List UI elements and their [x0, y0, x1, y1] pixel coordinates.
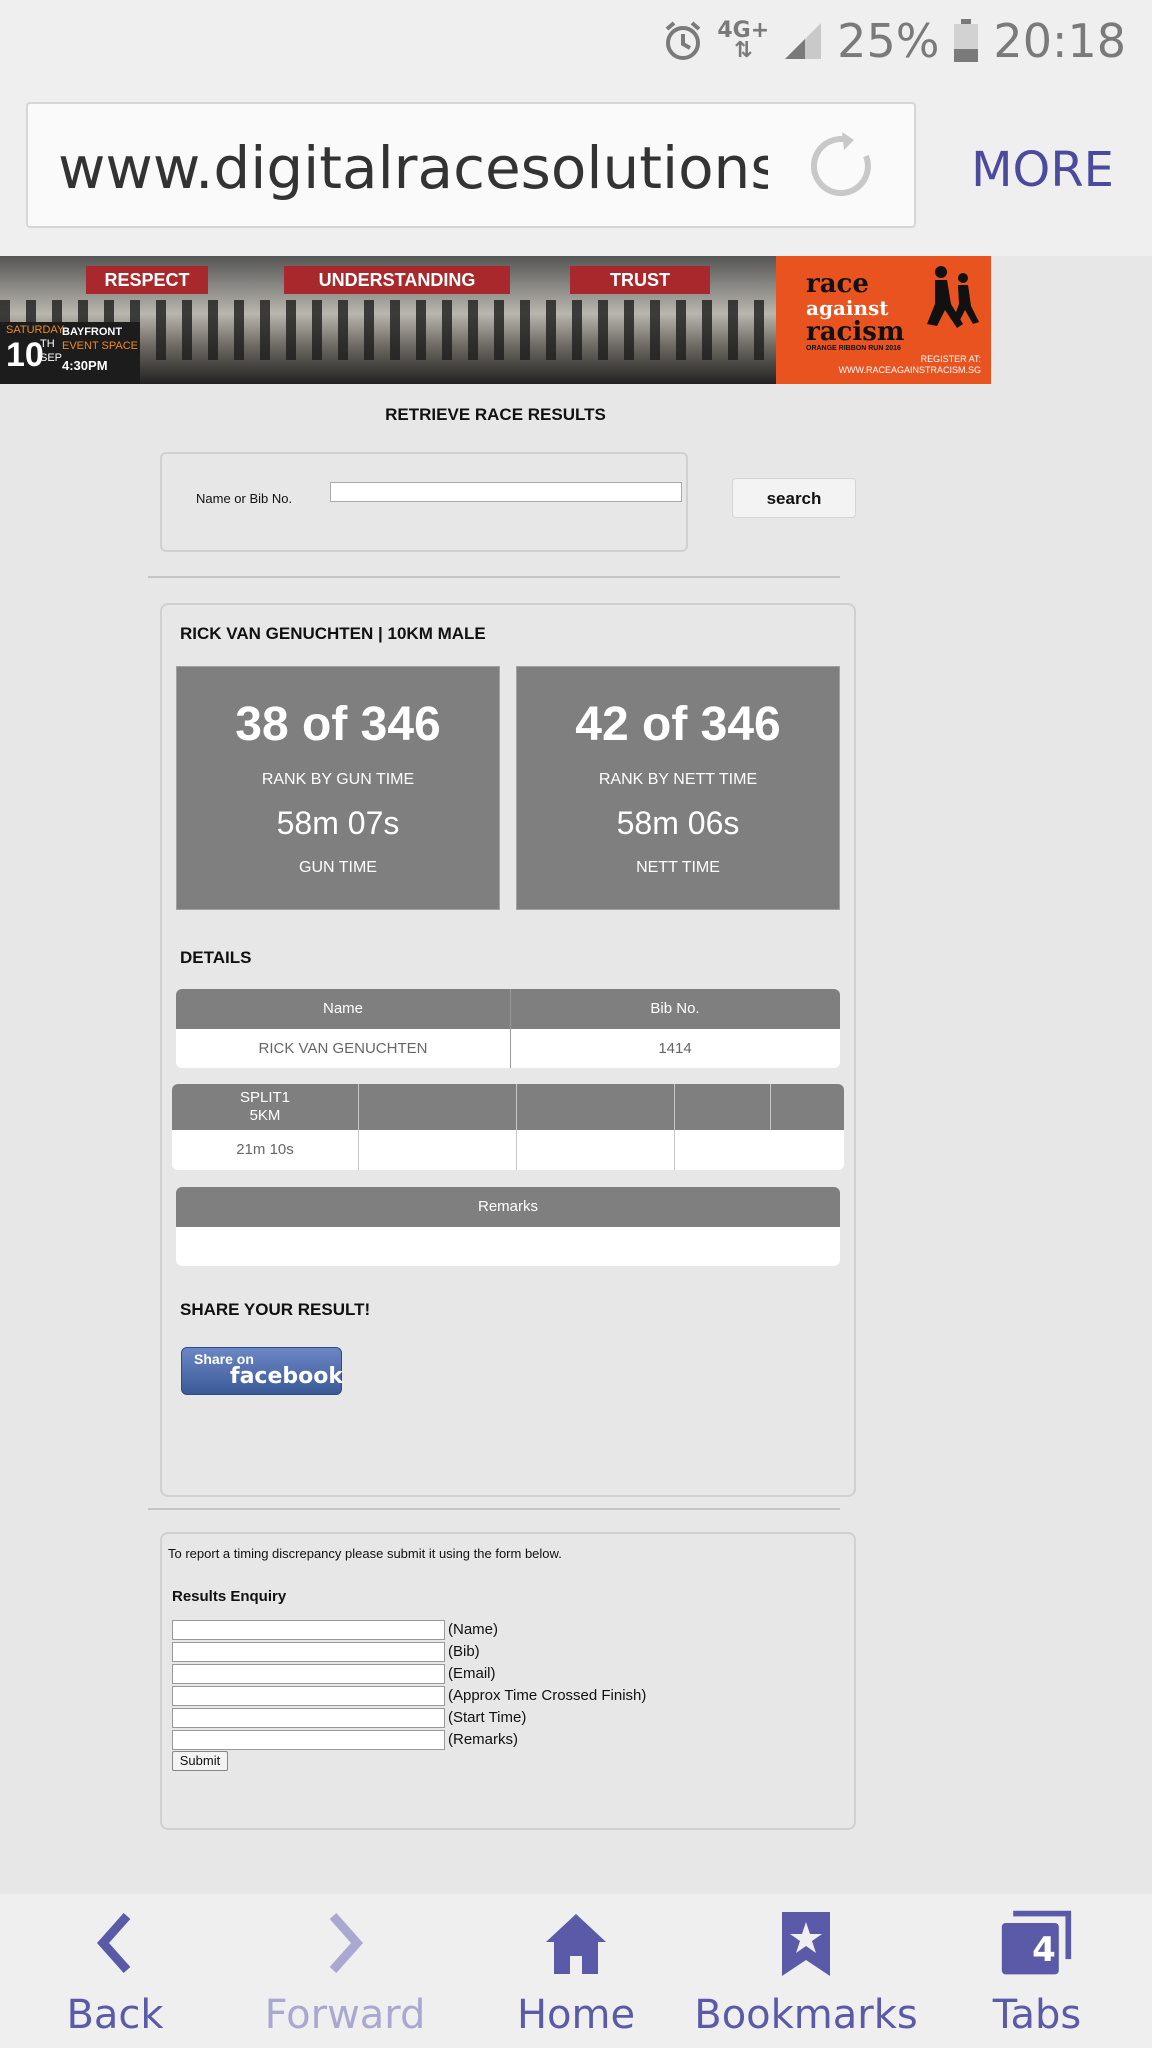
remarks-value: [176, 1227, 840, 1266]
facebook-share-logo: facebook: [230, 1364, 343, 1389]
nav-forward-label: Forward: [264, 1992, 426, 2038]
gun-rank: 38 of 346: [235, 698, 441, 751]
cell-bib: 1414: [658, 1040, 692, 1057]
banner-day: SATURDAY: [6, 324, 65, 336]
banner-time: 4:30PM: [62, 358, 108, 373]
nav-bookmarks-button[interactable]: Bookmarks: [691, 1894, 921, 2048]
runners-icon: [927, 266, 979, 328]
back-chevron-icon: [96, 1913, 131, 1973]
cell-name: RICK VAN GENUCHTEN: [258, 1040, 428, 1057]
race-against-racism-logo: race against racism ORANGE RIBBON RUN 20…: [806, 269, 905, 352]
enquiry-name-input[interactable]: [172, 1620, 445, 1640]
alarm-clock-icon: [666, 21, 701, 60]
battery-icon: [954, 19, 979, 62]
share-title: SHARE YOUR RESULT!: [180, 1300, 371, 1319]
nav-back-label: Back: [66, 1992, 164, 2038]
nett-time-label: NETT TIME: [636, 859, 720, 876]
clock-time: 20:18: [993, 14, 1126, 68]
split1-header: SPLIT1 5KM: [239, 1089, 291, 1124]
battery-percent: 25%: [837, 14, 940, 68]
details-table: Name Bib No. RICK VAN GENUCHTEN 1414: [176, 989, 840, 1068]
banner-date-suffix: TH: [40, 338, 55, 350]
browser-toolbar: www.digitalracesolutions.c MORE: [0, 84, 1152, 256]
home-icon: [546, 1914, 606, 1974]
nav-tabs-label: Tabs: [992, 1992, 1082, 2038]
enquiry-bib-input[interactable]: [172, 1642, 445, 1662]
nett-rank-label: RANK BY NETT TIME: [598, 771, 758, 788]
url-bar[interactable]: www.digitalracesolutions.c: [26, 102, 916, 228]
remarks-table: Remarks: [176, 1187, 840, 1266]
gun-time-label: GUN TIME: [299, 859, 377, 876]
nav-home-label: Home: [516, 1992, 636, 2038]
data-arrows-icon: ⇅: [734, 38, 753, 63]
gun-rank-label: RANK BY GUN TIME: [261, 771, 415, 788]
enquiry-start-time-label: (Start Time): [448, 1709, 527, 1726]
banner-month: SEP: [40, 352, 63, 364]
banner-venue-1: BAYFRONT: [62, 326, 123, 338]
header-name: Name: [322, 1000, 363, 1017]
header-bib: Bib No.: [650, 1000, 700, 1017]
enquiry-remarks-input[interactable]: [172, 1730, 445, 1750]
enquiry-finish-time-input[interactable]: [172, 1686, 445, 1706]
signal-strength-icon: [785, 23, 822, 59]
remarks-header: Remarks: [176, 1187, 840, 1227]
column-divider: [770, 1084, 771, 1130]
enquiry-email-label: (Email): [448, 1665, 496, 1682]
banner-register: REGISTER AT: WWW.RACEAGAINSTRACISM.SG: [838, 354, 981, 375]
page-title: RETRIEVE RACE RESULTS: [385, 405, 606, 424]
column-divider: [674, 1084, 675, 1170]
details-title: DETAILS: [180, 948, 252, 967]
column-divider: [358, 1084, 359, 1170]
enquiry-bib-label: (Bib): [448, 1643, 480, 1660]
event-banner[interactable]: RESPECT UNDERSTANDING TRUST SATURDAY 10 …: [0, 256, 991, 384]
tab-count: 4: [1032, 1930, 1056, 1970]
nav-forward-button[interactable]: Forward: [230, 1894, 460, 2048]
result-title: RICK VAN GENUCHTEN | 10KM MALE: [180, 624, 486, 643]
search-input[interactable]: [330, 482, 682, 502]
banner-date: SATURDAY 10 TH SEP BAYFRONT EVENT SPACE …: [0, 322, 140, 384]
divider: [148, 576, 840, 578]
splits-table: SPLIT1 5KM 21m 10s: [172, 1084, 844, 1170]
enquiry-intro: To report a timing discrepancy please su…: [168, 1546, 562, 1561]
nett-rank: 42 of 346: [575, 698, 781, 751]
nett-time-value: 58m 06s: [616, 805, 740, 841]
divider: [148, 1508, 840, 1510]
enquiry-email-input[interactable]: [172, 1664, 445, 1684]
search-panel: Name or Bib No.: [160, 452, 688, 552]
banner-venue-2: EVENT SPACE: [62, 340, 139, 352]
enquiry-title: Results Enquiry: [172, 1588, 287, 1605]
search-label: Name or Bib No.: [196, 491, 293, 506]
column-divider: [516, 1084, 517, 1170]
nav-back-button[interactable]: Back: [0, 1894, 230, 2048]
nav-home-button[interactable]: Home: [461, 1894, 691, 2048]
enquiry-name-label: (Name): [448, 1621, 499, 1638]
gun-time-box: 38 of 346 RANK BY GUN TIME 58m 07s GUN T…: [176, 666, 500, 910]
gun-time-value: 58m 07s: [276, 805, 400, 841]
more-menu-button[interactable]: MORE: [971, 142, 1114, 198]
network-type: 4G+ ⇅: [717, 18, 770, 63]
url-text[interactable]: www.digitalracesolutions.c: [58, 134, 768, 202]
reload-icon[interactable]: [808, 132, 878, 202]
bookmark-star-icon: [782, 1912, 830, 1976]
enquiry-remarks-label: (Remarks): [448, 1731, 518, 1748]
enquiry-finish-time-label: (Approx Time Crossed Finish): [448, 1687, 647, 1704]
forward-chevron-icon: [329, 1913, 364, 1973]
bottom-navigation: Back Forward Home Bookmarks 4 Tabs: [0, 1894, 1152, 2048]
status-bar: 4G+ ⇅ 25% 20:18: [0, 0, 1152, 84]
nett-time-box: 42 of 346 RANK BY NETT TIME 58m 06s NETT…: [516, 666, 840, 910]
split1-value: 21m 10s: [236, 1141, 294, 1158]
facebook-share-button[interactable]: Share on facebook: [181, 1347, 343, 1395]
banner-flag-trust: TRUST: [570, 266, 710, 294]
banner-flag-understanding: UNDERSTANDING: [284, 266, 510, 294]
banner-logo-panel: race against racism ORANGE RIBBON RUN 20…: [776, 256, 991, 384]
nav-bookmarks-label: Bookmarks: [694, 1992, 918, 2038]
banner-date-number: 10: [6, 336, 44, 374]
banner-flag-respect: RESPECT: [86, 266, 208, 294]
search-button[interactable]: search: [732, 478, 856, 518]
submit-button[interactable]: Submit: [172, 1751, 228, 1771]
nav-tabs-button[interactable]: 4 Tabs: [922, 1894, 1152, 2048]
enquiry-start-time-input[interactable]: [172, 1708, 445, 1728]
